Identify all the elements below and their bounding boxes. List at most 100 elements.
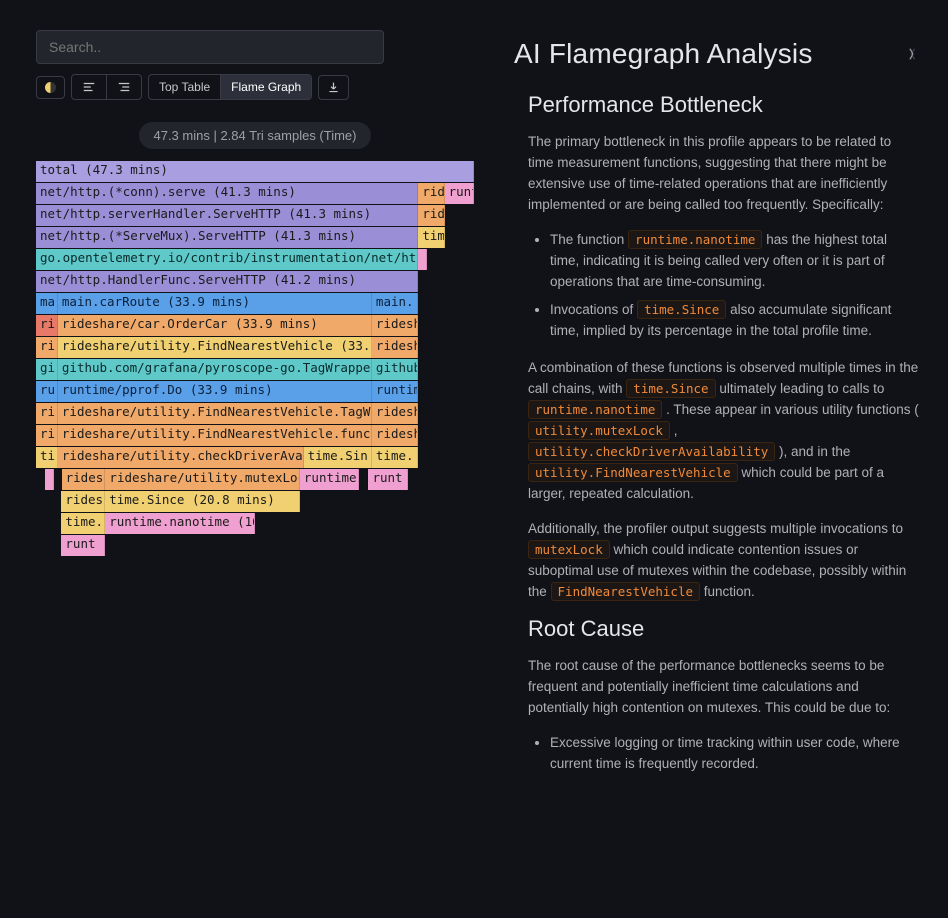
stats-bar: 47.3 mins | 2.84 Tri samples (Time) — [139, 122, 370, 149]
analysis-content: Performance Bottleneck The primary bottle… — [514, 92, 920, 775]
flame-cell[interactable]: net/http.(*conn).serve (41.3 mins) — [36, 183, 418, 204]
flame-row: mamain.carRoute (33.9 mins)main. — [36, 293, 474, 314]
paragraph: Additionally, the profiler output sugges… — [528, 519, 920, 603]
flame-cell[interactable]: ridesh — [62, 469, 106, 490]
download-icon — [327, 81, 340, 94]
flame-row: tirideshare/utility.checkDriverAvaitime.… — [36, 447, 474, 468]
flame-cell[interactable]: rideshare/car.OrderCar (33.9 mins) — [58, 315, 372, 336]
flame-cell[interactable]: time.Sin — [304, 447, 372, 468]
flame-row: rideshrideshare/utility.mutexLockruntime… — [36, 469, 474, 490]
flame-cell[interactable]: ridesh — [372, 403, 418, 424]
flame-cell[interactable] — [418, 249, 427, 270]
collapse-icon[interactable] — [904, 46, 920, 62]
code-inline: runtime.nanotime — [528, 400, 662, 419]
view-group — [71, 74, 142, 100]
align-right-button[interactable] — [107, 75, 141, 99]
flame-cell[interactable]: net/http.serverHandler.ServeHTTP (41.3 m… — [36, 205, 418, 226]
flame-cell[interactable]: go.opentelemetry.io/contrib/instrumentat… — [36, 249, 418, 270]
flame-cell[interactable] — [359, 469, 368, 490]
list-item: Invocations of time.Since also accumulat… — [550, 300, 920, 342]
list-item: Excessive logging or time tracking withi… — [550, 733, 920, 775]
top-table-tab[interactable]: Top Table — [149, 75, 221, 99]
flame-cell[interactable]: rideshare/utility.FindNearestVehicle.Tag… — [58, 403, 372, 424]
flame-cell[interactable]: rideshare/utility.FindNearestVehicle (33… — [58, 337, 372, 358]
flame-cell[interactable]: rideshare/utility.FindNearestVehicle.fun… — [58, 425, 372, 446]
flame-cell[interactable]: ri — [36, 315, 58, 336]
flame-cell[interactable]: ma — [36, 293, 58, 314]
flame-row: rideshtime.Since (20.8 mins) — [36, 491, 474, 512]
flame-row: rirideshare/utility.FindNearestVehicle.T… — [36, 403, 474, 424]
flame-cell[interactable] — [45, 469, 54, 490]
code-inline: utility.mutexLock — [528, 421, 670, 440]
flame-cell[interactable]: runtim — [372, 381, 418, 402]
flame-row: net/http.(*conn).serve (41.3 mins)ridrun… — [36, 183, 474, 204]
flame-row: net/http.serverHandler.ServeHTTP (41.3 m… — [36, 205, 474, 226]
toolbar: Top Table Flame Graph — [36, 74, 474, 100]
flame-cell[interactable]: ri — [36, 337, 58, 358]
code-inline: utility.FindNearestVehicle — [528, 463, 738, 482]
color-toggle-button[interactable] — [37, 77, 64, 98]
download-button[interactable] — [318, 75, 349, 100]
flame-cell[interactable]: net/http.(*ServeMux).ServeHTTP (41.3 min… — [36, 227, 418, 248]
flame-cell[interactable]: ri — [36, 425, 58, 446]
align-left-button[interactable] — [72, 75, 107, 99]
flame-cell[interactable]: total (47.3 mins) — [36, 161, 474, 182]
flame-cell[interactable]: ridesh — [372, 315, 418, 336]
flame-graph-tab[interactable]: Flame Graph — [221, 75, 311, 99]
flame-cell[interactable]: ridesh — [372, 425, 418, 446]
section-heading: Root Cause — [528, 616, 920, 642]
flame-row: total (47.3 mins) — [36, 161, 474, 182]
bullet-list: The function runtime.nanotime has the hi… — [528, 230, 920, 343]
flame-row: runt — [36, 535, 474, 556]
flame-cell[interactable]: ridesh — [61, 491, 105, 512]
flame-cell[interactable]: ti — [36, 447, 58, 468]
list-item: The function runtime.nanotime has the hi… — [550, 230, 920, 293]
flame-cell[interactable]: rid — [418, 183, 444, 204]
flame-cell[interactable]: github.com/grafana/pyroscope-go.TagWrapp… — [58, 359, 372, 380]
section-heading: Performance Bottleneck — [528, 92, 920, 118]
paragraph: A combination of these functions is obse… — [528, 358, 920, 504]
mode-group: Top Table Flame Graph — [148, 74, 312, 100]
flame-cell[interactable]: time. — [61, 513, 105, 534]
flamegraph-panel: Top Table Flame Graph 47.3 mins | 2.84 T… — [0, 0, 490, 918]
flame-row: gigithub.com/grafana/pyroscope-go.TagWra… — [36, 359, 474, 380]
flame-row: go.opentelemetry.io/contrib/instrumentat… — [36, 249, 474, 270]
flame-cell[interactable]: github — [372, 359, 418, 380]
code-inline: time.Since — [637, 300, 726, 319]
flame-cell[interactable]: rid — [418, 205, 444, 226]
flame-row: rirideshare/utility.FindNearestVehicle (… — [36, 337, 474, 358]
flame-row: net/http.HandlerFunc.ServeHTTP (41.2 min… — [36, 271, 474, 292]
flame-cell[interactable]: runt — [368, 469, 407, 490]
flame-cell[interactable]: net/http.HandlerFunc.ServeHTTP (41.2 min… — [36, 271, 418, 292]
search-input[interactable] — [36, 30, 384, 64]
flame-cell[interactable]: gi — [36, 359, 58, 380]
flame-cell[interactable]: runt — [61, 535, 105, 556]
flame-cell[interactable]: runtime — [300, 469, 360, 490]
flame-row: time.runtime.nanotime (16. — [36, 513, 474, 534]
paragraph: The root cause of the performance bottle… — [528, 656, 920, 719]
flame-row: ruruntime/pprof.Do (33.9 mins)runtim — [36, 381, 474, 402]
flame-row: net/http.(*ServeMux).ServeHTTP (41.3 min… — [36, 227, 474, 248]
color-group — [36, 76, 65, 99]
flame-cell[interactable]: time.Since (20.8 mins) — [105, 491, 299, 512]
flame-cell[interactable]: rideshare/utility.mutexLock — [105, 469, 299, 490]
half-circle-icon — [45, 82, 56, 93]
paragraph: The primary bottleneck in this profile a… — [528, 132, 920, 216]
flame-cell[interactable]: runt — [445, 183, 474, 204]
code-inline: runtime.nanotime — [628, 230, 762, 249]
flame-row: rirideshare/utility.FindNearestVehicle.f… — [36, 425, 474, 446]
flame-cell[interactable]: ri — [36, 403, 58, 424]
flame-cell[interactable]: runtime/pprof.Do (33.9 mins) — [58, 381, 372, 402]
code-inline: utility.checkDriverAvailability — [528, 442, 775, 461]
flame-cell[interactable]: rideshare/utility.checkDriverAvai — [58, 447, 304, 468]
flame-cell[interactable]: main.carRoute (33.9 mins) — [58, 293, 372, 314]
flame-cell[interactable]: ru — [36, 381, 58, 402]
flame-cell[interactable]: runtime.nanotime (16. — [105, 513, 255, 534]
flame-cell[interactable]: main. — [372, 293, 418, 314]
flame-cell[interactable]: time. — [372, 447, 418, 468]
analysis-title: AI Flamegraph Analysis — [514, 38, 813, 70]
flame-cell[interactable]: tim — [418, 227, 444, 248]
code-inline: mutexLock — [528, 540, 610, 559]
flame-cell[interactable]: ridesh — [372, 337, 418, 358]
flamegraph[interactable]: total (47.3 mins)net/http.(*conn).serve … — [36, 161, 474, 556]
